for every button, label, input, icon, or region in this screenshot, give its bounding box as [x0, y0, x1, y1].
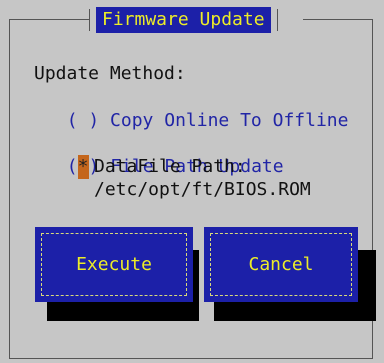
execute-button-label: Execute — [76, 254, 152, 275]
radio-file-marker-open: ( — [66, 156, 78, 177]
execute-button[interactable]: Execute — [35, 227, 193, 302]
dialog-title-bar: Firmware Update — [89, 6, 278, 34]
frame-bottom-border — [9, 358, 373, 359]
title-left-tick — [89, 9, 90, 31]
frame-top-left-border — [9, 19, 89, 20]
radio-copy-online-to-offline[interactable]: ( ) Copy Online To Offline — [45, 85, 349, 133]
dialog-title: Firmware Update — [96, 7, 271, 33]
radio-selected-mark: * — [77, 155, 89, 179]
title-right-tick — [276, 9, 278, 31]
radio-copy-marker: ( ) — [66, 110, 100, 131]
frame-top-right-border — [303, 19, 373, 20]
frame-left-border — [9, 19, 10, 359]
cancel-button[interactable]: Cancel — [204, 227, 358, 302]
update-method-label: Update Method: — [34, 63, 186, 84]
datafile-path-label: DataFile Path: — [94, 156, 246, 177]
datafile-path-value: /etc/opt/ft/BIOS.ROM — [94, 179, 311, 200]
cancel-button-label: Cancel — [248, 254, 314, 275]
radio-copy-label: Copy Online To Offline — [110, 110, 349, 131]
